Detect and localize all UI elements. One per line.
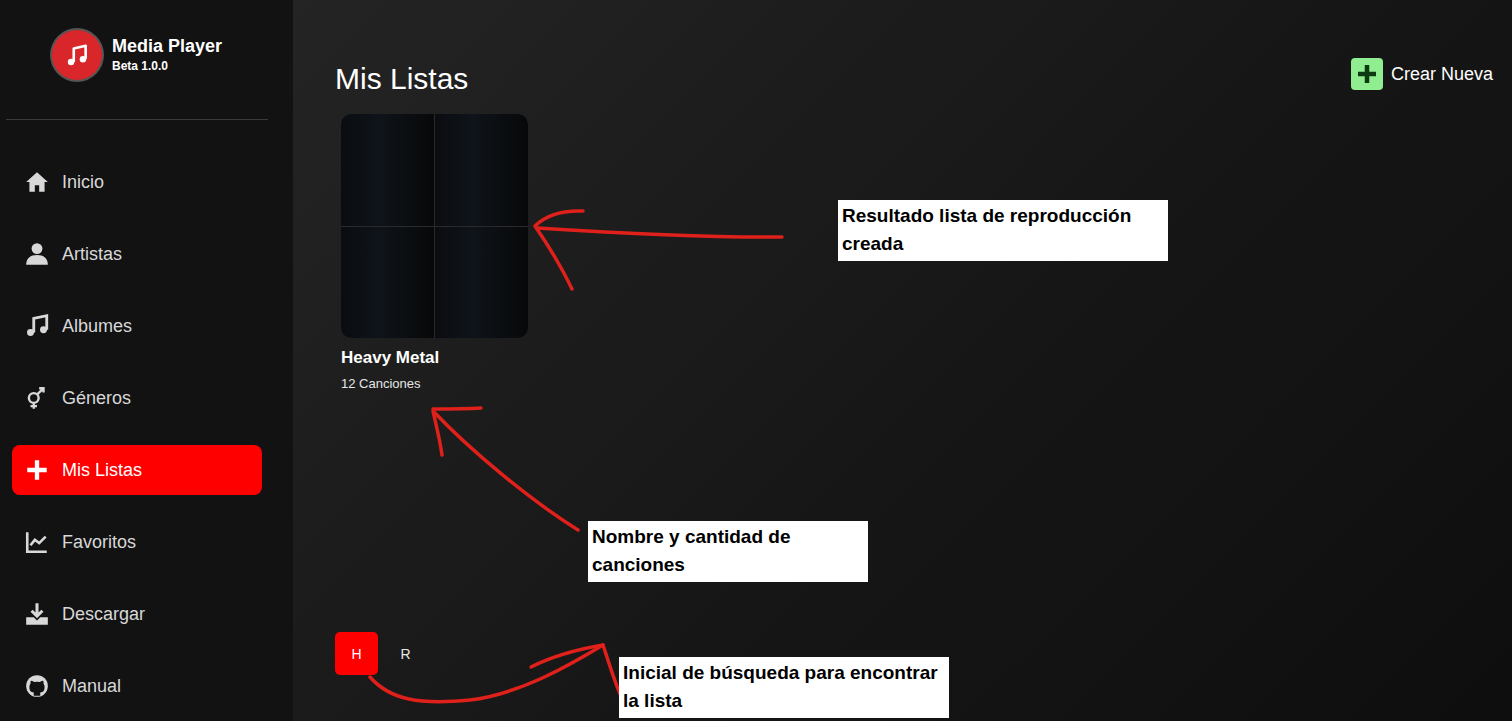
app-name: Media Player <box>112 36 222 57</box>
sidebar: Media Player Beta 1.0.0 Inicio Artistas … <box>0 0 293 721</box>
logo-icon <box>52 30 102 80</box>
playlist-grid: Heavy Metal 12 Canciones <box>335 96 1493 632</box>
letter-button[interactable]: H <box>335 632 378 675</box>
user-icon <box>24 241 50 267</box>
letter-button[interactable]: R <box>384 632 427 675</box>
download-icon <box>24 601 50 627</box>
sidebar-item-label: Inicio <box>62 172 104 193</box>
annotation-label: Inicial de búsqueda para encontrar la li… <box>619 657 949 718</box>
app-version: Beta 1.0.0 <box>112 59 222 73</box>
sidebar-item[interactable]: Inicio <box>12 157 262 207</box>
sidebar-item-label: Descargar <box>62 604 145 625</box>
playlist-cover <box>341 114 528 338</box>
sidebar-item[interactable]: Manual <box>12 661 262 711</box>
sidebar-item[interactable]: Géneros <box>12 373 262 423</box>
cover-tile <box>341 227 434 339</box>
brand-text: Media Player Beta 1.0.0 <box>112 36 222 73</box>
sidebar-item-label: Favoritos <box>62 532 136 553</box>
arrow-icon <box>537 228 782 237</box>
arrow-icon <box>531 645 620 694</box>
music-note-icon <box>24 313 50 339</box>
cover-tile <box>435 114 528 226</box>
add-icon <box>1351 58 1383 90</box>
arrow-icon <box>370 645 603 702</box>
sidebar-item-label: Mis Listas <box>62 460 142 481</box>
sidebar-item-label: Géneros <box>62 388 131 409</box>
cover-tile <box>435 227 528 339</box>
brand: Media Player Beta 1.0.0 <box>0 0 293 119</box>
chart-icon <box>24 529 50 555</box>
sidebar-item[interactable]: Mis Listas <box>12 445 262 495</box>
home-icon <box>24 169 50 195</box>
playlist-count: 12 Canciones <box>341 376 528 391</box>
arrow-icon <box>433 408 481 409</box>
page-title: Mis Listas <box>335 62 468 96</box>
sidebar-item[interactable]: Favoritos <box>12 517 262 567</box>
playlist-card[interactable]: Heavy Metal 12 Canciones <box>341 114 528 391</box>
sidebar-item-label: Albumes <box>62 316 132 337</box>
plus-icon <box>1355 62 1379 86</box>
sidebar-item[interactable]: Descargar <box>12 589 262 639</box>
github-icon <box>24 673 50 699</box>
plus-icon <box>24 457 50 483</box>
gender-icon <box>24 385 50 411</box>
music-note-icon <box>64 42 90 68</box>
playlist-name: Heavy Metal <box>341 348 528 368</box>
media-player-screen: Media Player Beta 1.0.0 Inicio Artistas … <box>0 0 1512 721</box>
create-button-label: Crear Nueva <box>1391 64 1493 85</box>
sidebar-item-label: Manual <box>62 676 121 697</box>
arrow-icon <box>535 211 583 289</box>
sidebar-nav: Inicio Artistas Albumes Géneros Mis List… <box>0 120 293 711</box>
sidebar-divider <box>6 119 268 120</box>
annotation-label: Resultado lista de reproducción creada <box>838 200 1168 261</box>
sidebar-item[interactable]: Albumes <box>12 301 262 351</box>
annotation-label: Nombre y cantidad de canciones <box>588 521 868 582</box>
arrow-icon <box>433 411 578 530</box>
sidebar-item-label: Artistas <box>62 244 122 265</box>
cover-tile <box>341 114 434 226</box>
create-button[interactable]: Crear Nueva <box>1351 58 1493 90</box>
sidebar-item[interactable]: Artistas <box>12 229 262 279</box>
annotation-arrows <box>0 0 1512 721</box>
page-header: Mis Listas Crear Nueva <box>335 0 1493 96</box>
main-content: Mis Listas Crear Nueva Heavy Metal 12 Ca… <box>293 0 1512 721</box>
